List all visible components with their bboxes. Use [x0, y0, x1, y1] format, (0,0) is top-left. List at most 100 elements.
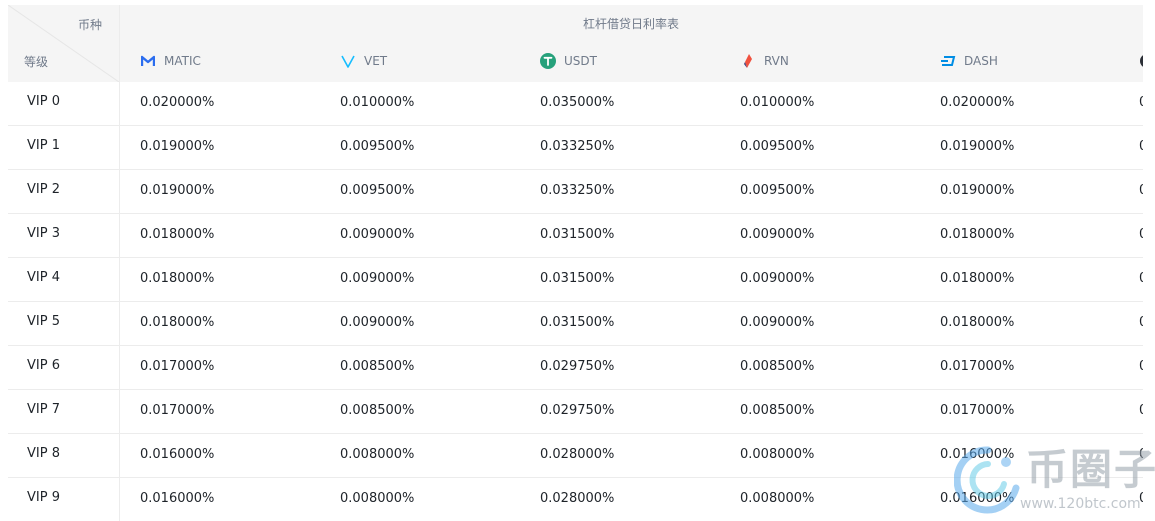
rate-cell: 0.009500%: [740, 139, 815, 154]
coin-header-partial: [1139, 51, 1143, 71]
rate-cell: 0.018000%: [140, 315, 215, 330]
currency-header: 币种: [78, 18, 103, 32]
coin-header-dash: DASH: [940, 51, 998, 71]
table-row: VIP 4 0.018000% 0.009000% 0.031500% 0.009000…: [8, 258, 1143, 302]
table-row: VIP 8 0.016000% 0.008000% 0.028000% 0.008000…: [8, 434, 1143, 478]
rate-cell: 0.017000%: [140, 359, 215, 374]
table-row: VIP 3 0.018000% 0.009000% 0.031500% 0.009000…: [8, 214, 1143, 258]
rate-cell: 0.016000%: [140, 491, 215, 506]
margin-rate-table: 币种 等级 杠杆借贷日利率表 MATIC VET USDT RVN DASH VIP 0…: [8, 5, 1143, 521]
rate-cell: 0: [1139, 126, 1143, 169]
coin-symbol: DASH: [964, 54, 998, 68]
coin-header-usdt: USDT: [540, 51, 597, 71]
rate-cell: 0.017000%: [940, 403, 1015, 418]
rate-cell: 0.029750%: [540, 359, 615, 374]
rate-cell: 0.008000%: [340, 491, 415, 506]
rate-cell: 0: [1139, 170, 1143, 213]
rate-cell: 0.009500%: [340, 183, 415, 198]
rate-cell: 0: [1139, 82, 1143, 125]
rate-cell: 0.016000%: [140, 447, 215, 462]
rate-cell: 0.009000%: [740, 227, 815, 242]
coin-symbol: RVN: [764, 54, 789, 68]
rate-cell: 0: [1139, 434, 1143, 477]
rate-cell: 0.009000%: [740, 271, 815, 286]
rate-cell: 0.033250%: [540, 139, 615, 154]
table-row: VIP 5 0.018000% 0.009000% 0.031500% 0.009000…: [8, 302, 1143, 346]
rate-cell: 0.008500%: [740, 403, 815, 418]
vip-level: VIP 0: [27, 94, 60, 109]
rate-cell: 0: [1139, 302, 1143, 345]
coin-symbol: USDT: [564, 54, 597, 68]
usdt-icon: [540, 53, 556, 69]
coin-symbol: VET: [364, 54, 388, 68]
coin-header-vet: VET: [340, 51, 387, 71]
vip-level: VIP 6: [27, 358, 60, 373]
rate-cell: 0.009000%: [340, 315, 415, 330]
rate-cell: 0.020000%: [140, 95, 215, 110]
table-body: VIP 0 0.020000% 0.010000% 0.035000% 0.010000…: [8, 82, 1143, 521]
level-header: 等级: [24, 55, 49, 69]
rate-cell: 0.028000%: [540, 447, 615, 462]
matic-icon: [140, 53, 156, 69]
rate-cell: 0.019000%: [140, 183, 215, 198]
rate-cell: 0: [1139, 478, 1143, 521]
rate-cell: 0.031500%: [540, 315, 615, 330]
rate-cell: 0.010000%: [740, 95, 815, 110]
rate-cell: 0.009500%: [740, 183, 815, 198]
rate-cell: 0: [1139, 214, 1143, 257]
table-title: 杠杆借贷日利率表: [582, 17, 679, 31]
rate-cell: 0.035000%: [540, 95, 615, 110]
table-row: VIP 7 0.017000% 0.008500% 0.029750% 0.008500…: [8, 390, 1143, 434]
rate-cell: 0.009500%: [340, 139, 415, 154]
vip-level: VIP 7: [27, 402, 60, 417]
table-row: VIP 6 0.017000% 0.008500% 0.029750% 0.008500…: [8, 346, 1143, 390]
rvn-icon: [740, 53, 756, 69]
vip-level: VIP 3: [27, 226, 60, 241]
rate-cell: 0.009000%: [340, 227, 415, 242]
rate-cell: 0.016000%: [940, 491, 1015, 506]
rate-cell: 0.033250%: [540, 183, 615, 198]
rate-cell: 0.008500%: [340, 359, 415, 374]
rate-cell: 0.008000%: [340, 447, 415, 462]
rate-cell: 0.017000%: [140, 403, 215, 418]
rate-cell: 0.010000%: [340, 95, 415, 110]
page: 币种 等级 杠杆借贷日利率表 MATIC VET USDT RVN DASH VIP 0…: [0, 0, 1155, 521]
vet-icon: [340, 53, 356, 69]
rate-cell: 0: [1139, 258, 1143, 301]
header-corner-diagonal: [8, 5, 119, 82]
rate-cell: 0.031500%: [540, 271, 615, 286]
dash-icon: [940, 53, 956, 69]
rate-cell: 0.009000%: [740, 315, 815, 330]
vip-level: VIP 8: [27, 446, 60, 461]
vip-level: VIP 2: [27, 182, 60, 197]
rate-cell: 0.029750%: [540, 403, 615, 418]
table-row: VIP 0 0.020000% 0.010000% 0.035000% 0.010000…: [8, 82, 1143, 126]
rate-cell: 0.019000%: [940, 139, 1015, 154]
rate-cell: 0.018000%: [940, 271, 1015, 286]
rate-cell: 0.020000%: [940, 95, 1015, 110]
rate-cell: 0.009000%: [340, 271, 415, 286]
rate-cell: 0.008500%: [740, 359, 815, 374]
rate-cell: 0.017000%: [940, 359, 1015, 374]
coin-icon: [1139, 53, 1143, 69]
rate-cell: 0.028000%: [540, 491, 615, 506]
rate-cell: 0.018000%: [940, 315, 1015, 330]
vip-level: VIP 9: [27, 490, 60, 505]
rate-cell: 0.018000%: [940, 227, 1015, 242]
rate-cell: 0.018000%: [140, 227, 215, 242]
vip-level: VIP 5: [27, 314, 60, 329]
coin-header-rvn: RVN: [740, 51, 789, 71]
rate-cell: 0: [1139, 390, 1143, 433]
coin-header-matic: MATIC: [140, 51, 201, 71]
rate-cell: 0.019000%: [940, 183, 1015, 198]
rate-cell: 0.008000%: [740, 491, 815, 506]
vip-level: VIP 1: [27, 138, 60, 153]
rate-cell: 0.031500%: [540, 227, 615, 242]
rate-cell: 0.016000%: [940, 447, 1015, 462]
table-row: VIP 1 0.019000% 0.009500% 0.033250% 0.009500…: [8, 126, 1143, 170]
coin-symbol: MATIC: [164, 54, 201, 68]
rate-cell: 0.018000%: [140, 271, 215, 286]
vip-level: VIP 4: [27, 270, 60, 285]
rate-cell: 0.008000%: [740, 447, 815, 462]
rate-cell: 0.019000%: [140, 139, 215, 154]
